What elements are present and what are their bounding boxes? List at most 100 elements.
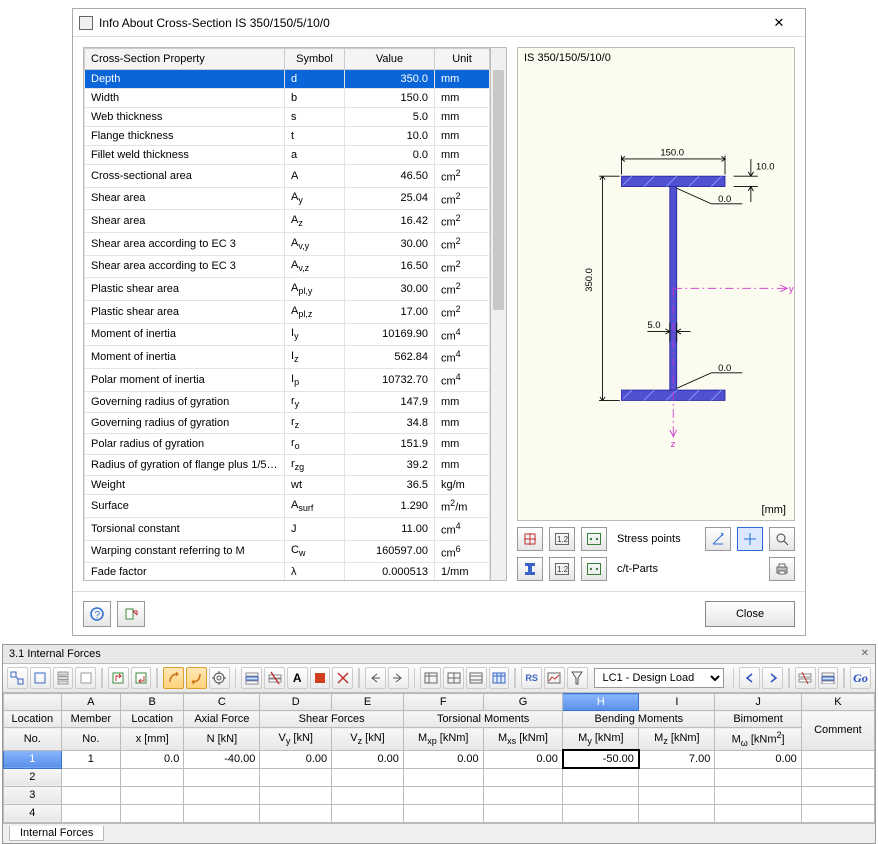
grid-cell[interactable] xyxy=(563,768,639,786)
col-unit[interactable]: Unit xyxy=(435,49,490,70)
grid-cell[interactable] xyxy=(121,768,184,786)
grid-cell[interactable] xyxy=(483,768,563,786)
tb-go[interactable]: Go xyxy=(850,667,871,689)
close-button[interactable]: Close xyxy=(705,601,795,627)
grid-cell[interactable]: -50.00 xyxy=(563,750,639,768)
print-preview-icon[interactable] xyxy=(769,527,795,551)
grid-cell[interactable] xyxy=(403,786,483,804)
grid-cell[interactable] xyxy=(483,804,563,822)
property-row[interactable]: SurfaceAsurf1.290m2/m xyxy=(85,495,490,518)
grid-cell[interactable] xyxy=(563,786,639,804)
export-icon[interactable] xyxy=(117,601,145,627)
properties-table[interactable]: Cross-Section Property Symbol Value Unit… xyxy=(83,47,491,581)
grid-cell[interactable] xyxy=(715,804,801,822)
tb-chart[interactable] xyxy=(544,667,565,689)
tb-next[interactable] xyxy=(762,667,783,689)
grid-cell[interactable] xyxy=(184,804,260,822)
row-head[interactable]: 4 xyxy=(4,804,62,822)
col-letter-E[interactable]: E xyxy=(332,694,404,711)
col-letter-D[interactable]: D xyxy=(260,694,332,711)
property-row[interactable]: Plastic shear areaApl,y30.00cm2 xyxy=(85,278,490,301)
property-row[interactable]: Widthb150.0mm xyxy=(85,89,490,108)
panel-close-icon[interactable]: ✕ xyxy=(861,648,869,660)
grid-cell[interactable] xyxy=(801,750,874,768)
tb-rs[interactable]: RS xyxy=(521,667,542,689)
sheet-tab-internal-forces[interactable]: Internal Forces xyxy=(9,826,104,841)
close-icon[interactable]: ✕ xyxy=(759,15,799,31)
tb-funnel[interactable] xyxy=(567,667,588,689)
grid-cell[interactable]: 0.00 xyxy=(403,750,483,768)
grid-cell[interactable]: 0.00 xyxy=(483,750,563,768)
grid-cell[interactable] xyxy=(639,804,715,822)
row-head[interactable]: 2 xyxy=(4,768,62,786)
grid-cell[interactable] xyxy=(801,804,874,822)
col-symbol[interactable]: Symbol xyxy=(285,49,345,70)
grid-row[interactable]: 4 xyxy=(4,804,875,822)
property-row[interactable]: Shear area according to EC 3Av,z16.50cm2 xyxy=(85,255,490,278)
grid-cell[interactable] xyxy=(332,768,404,786)
grid-row[interactable]: 2 xyxy=(4,768,875,786)
stress-points-numbers-icon[interactable]: 1.2 xyxy=(549,527,575,551)
tb-export[interactable] xyxy=(108,667,129,689)
stress-points-values-icon[interactable] xyxy=(581,527,607,551)
grid-cell[interactable] xyxy=(184,786,260,804)
tb-table1[interactable] xyxy=(420,667,441,689)
tb-copy[interactable] xyxy=(186,667,207,689)
tb-shift-left[interactable] xyxy=(365,667,386,689)
grid-cell[interactable]: 1 xyxy=(61,750,120,768)
grid-cell[interactable] xyxy=(801,786,874,804)
property-row[interactable]: Fillet weld thicknessa0.0mm xyxy=(85,146,490,165)
ct-parts-section-icon[interactable] xyxy=(517,557,543,581)
grid-cell[interactable] xyxy=(403,768,483,786)
help-icon[interactable]: ? xyxy=(83,601,111,627)
grid-cell[interactable]: 0.0 xyxy=(121,750,184,768)
tb-prev[interactable] xyxy=(739,667,760,689)
property-row[interactable]: Shear areaAy25.04cm2 xyxy=(85,187,490,210)
tb-delete-row[interactable] xyxy=(264,667,285,689)
col-letter-G[interactable]: G xyxy=(483,694,563,711)
grid-row[interactable]: 110.0-40.000.000.000.000.00-50.007.000.0… xyxy=(4,750,875,768)
grid-cell[interactable] xyxy=(639,768,715,786)
tb-collapse[interactable] xyxy=(795,667,816,689)
grid-cell[interactable]: -40.00 xyxy=(184,750,260,768)
property-row[interactable]: Depthd350.0mm xyxy=(85,70,490,89)
property-row[interactable]: Weightwt36.5kg/m xyxy=(85,476,490,495)
tb-single[interactable] xyxy=(30,667,51,689)
col-letter-I[interactable]: I xyxy=(639,694,715,711)
property-row[interactable]: Warping constant referring to MCw160597.… xyxy=(85,540,490,563)
tb-table4[interactable] xyxy=(489,667,510,689)
property-row[interactable]: Flange thicknesst10.0mm xyxy=(85,127,490,146)
grid-cell[interactable] xyxy=(260,804,332,822)
col-letter-A[interactable]: A xyxy=(61,694,120,711)
stress-points-dims-icon[interactable] xyxy=(517,527,543,551)
grid-cell[interactable] xyxy=(403,804,483,822)
tb-import[interactable] xyxy=(131,667,152,689)
grid-cell[interactable] xyxy=(184,768,260,786)
property-row[interactable]: Governing radius of gyrationry147.9mm xyxy=(85,391,490,412)
row-head[interactable]: 3 xyxy=(4,786,62,804)
property-row[interactable]: Polar moment of inertiaIp10732.70cm4 xyxy=(85,368,490,391)
grid-row[interactable]: 3 xyxy=(4,786,875,804)
grid-cell[interactable] xyxy=(483,786,563,804)
grid-cell[interactable] xyxy=(332,786,404,804)
tb-bold[interactable]: A xyxy=(287,667,308,689)
grid-cell[interactable]: 0.00 xyxy=(260,750,332,768)
col-letter-F[interactable]: F xyxy=(403,694,483,711)
grid-cell[interactable] xyxy=(801,768,874,786)
tb-clear[interactable] xyxy=(332,667,353,689)
property-row[interactable]: Radius of gyration of flange plus 1/5 of… xyxy=(85,455,490,476)
property-row[interactable]: Moment of inertiaIy10169.90cm4 xyxy=(85,323,490,346)
property-row[interactable]: Polar radius of gyrationro151.9mm xyxy=(85,433,490,454)
corner-cell[interactable] xyxy=(4,694,62,711)
grid-cell[interactable] xyxy=(563,804,639,822)
tb-table3[interactable] xyxy=(466,667,487,689)
col-letter-J[interactable]: J xyxy=(715,694,801,711)
row-head[interactable]: 1 xyxy=(4,750,62,768)
axes-principal-icon[interactable] xyxy=(737,527,763,551)
property-row[interactable]: Plastic shear areaApl,z17.00cm2 xyxy=(85,300,490,323)
col-letter-B[interactable]: B xyxy=(121,694,184,711)
print-icon[interactable] xyxy=(769,557,795,581)
property-row[interactable]: Web thicknesss5.0mm xyxy=(85,108,490,127)
ct-parts-details-icon[interactable] xyxy=(581,557,607,581)
grid-cell[interactable] xyxy=(61,804,120,822)
